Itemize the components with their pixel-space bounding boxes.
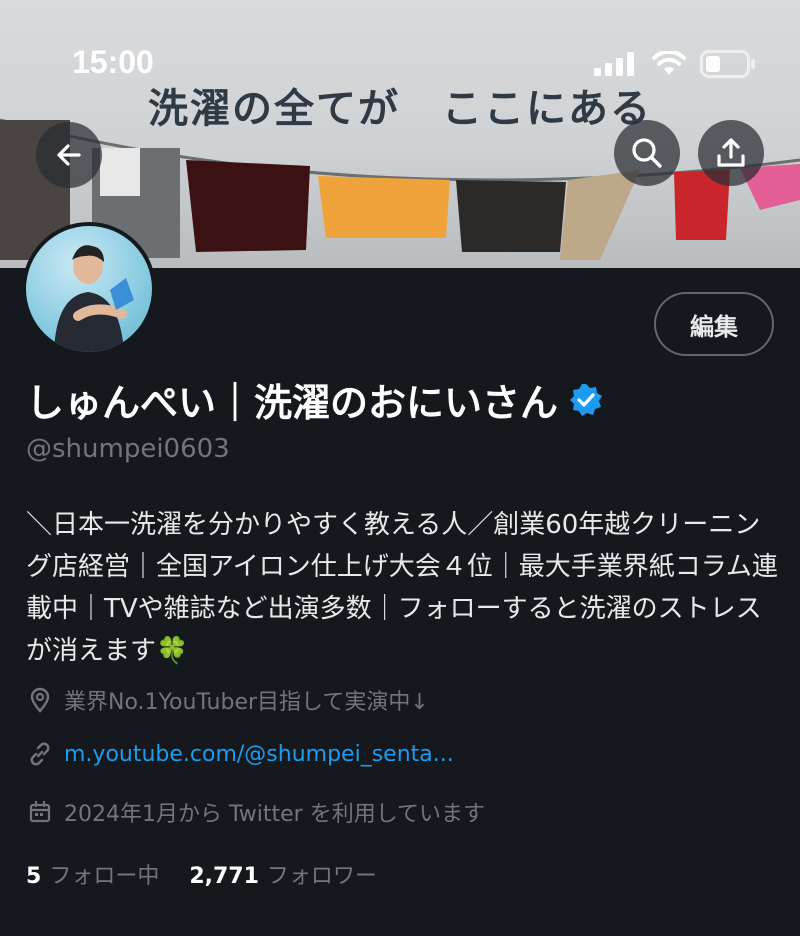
profile-name-row: しゅんぺい｜洗濯のおにいさん: [26, 372, 604, 427]
following-count: 5: [26, 864, 42, 889]
following-link[interactable]: 5 フォロー中: [26, 858, 159, 890]
search-button[interactable]: [614, 120, 680, 186]
profile-bio: ＼日本一洗濯を分かりやすく教える人／創業60年越クリーニング店経営｜全国アイロン…: [26, 510, 778, 666]
profile-name: しゅんぺい｜洗濯のおにいさん: [26, 381, 559, 425]
back-button[interactable]: [36, 122, 102, 188]
profile-link[interactable]: m.youtube.com/@shumpei_senta...: [64, 742, 454, 767]
calendar-icon: [26, 798, 54, 826]
profile-handle: @shumpei0603: [26, 434, 230, 464]
link-icon: [26, 740, 54, 768]
verified-badge-icon[interactable]: [568, 382, 604, 418]
signal-icon: [594, 52, 634, 76]
avatar-person: [54, 245, 134, 352]
search-icon: [632, 138, 662, 168]
avatar[interactable]: [22, 222, 156, 356]
following-label: フォロー中: [49, 864, 160, 889]
location-text: 業界No.1YouTuber目指して実演中↓: [64, 690, 429, 715]
edit-profile-button[interactable]: 編集: [654, 292, 774, 356]
joined-text: 2024年1月から Twitter を利用しています: [64, 802, 486, 827]
status-icons: [594, 50, 756, 78]
joined-row: 2024年1月から Twitter を利用しています: [26, 796, 485, 828]
avatar-image: [26, 226, 152, 352]
followers-count: 2,771: [189, 864, 259, 889]
wifi-icon: [652, 51, 686, 75]
banner-title: 洗濯の全てが ここにある: [148, 86, 652, 132]
status-bar: 15:00: [0, 0, 800, 80]
arrow-left-icon: [57, 144, 81, 166]
followers-link[interactable]: 2,771 フォロワー: [189, 858, 377, 890]
location-pin-icon: [26, 686, 54, 714]
follow-stats: 5 フォロー中 2,771 フォロワー: [26, 858, 377, 890]
location-row: 業界No.1YouTuber目指して実演中↓: [26, 684, 429, 716]
status-time: 15:00: [72, 44, 154, 80]
share-icon: [717, 138, 745, 167]
share-button[interactable]: [698, 120, 764, 186]
link-row[interactable]: m.youtube.com/@shumpei_senta...: [26, 740, 454, 768]
followers-label: フォロワー: [266, 864, 377, 889]
battery-icon: [700, 50, 755, 78]
